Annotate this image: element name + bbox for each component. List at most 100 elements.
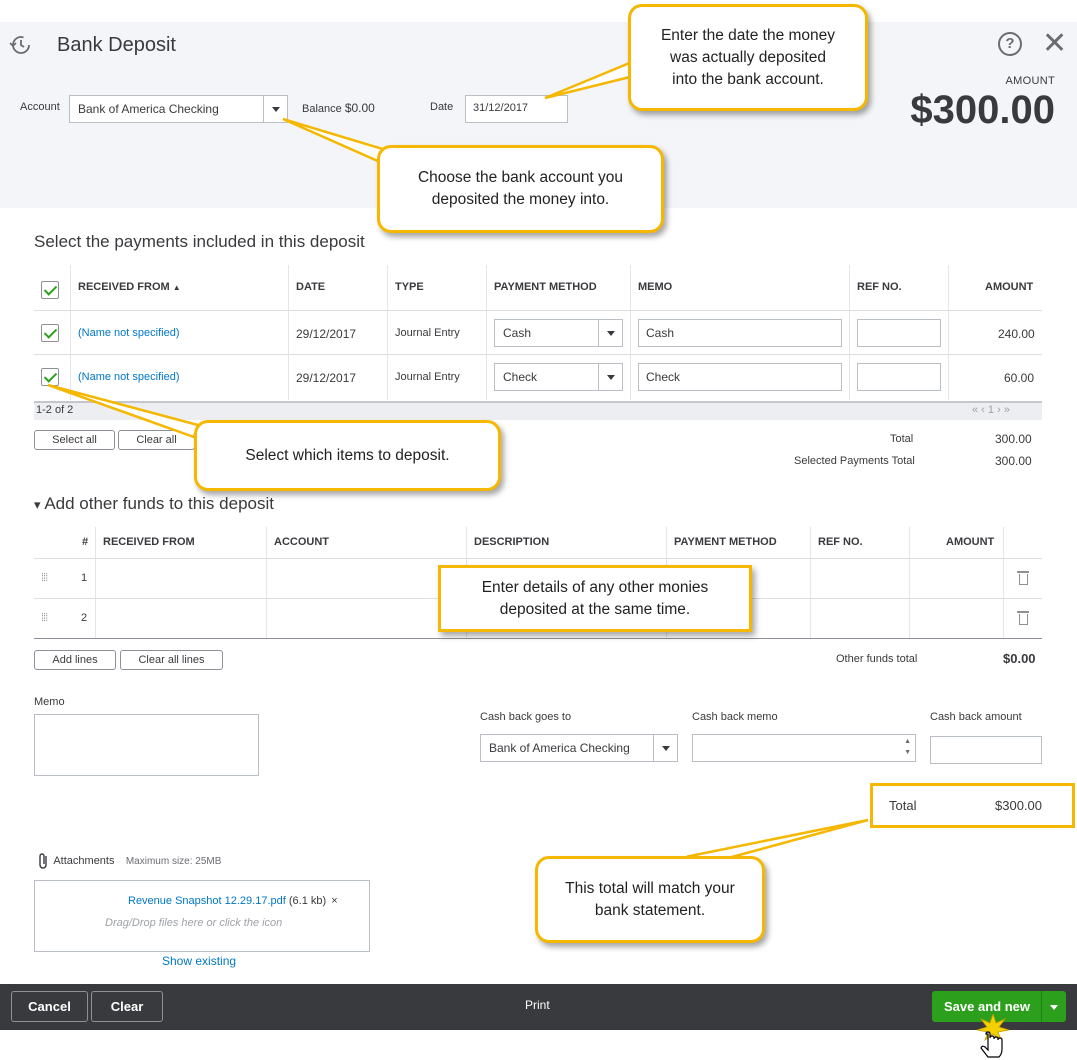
row-number: 1	[81, 572, 88, 584]
column-divider	[70, 265, 71, 400]
ref-no-input[interactable]	[857, 319, 941, 347]
divider	[34, 310, 1042, 311]
attachment-dropzone[interactable]: Revenue Snapshot 12.29.17.pdf (6.1 kb) ×…	[34, 880, 370, 952]
column-header-memo[interactable]: MEMO	[638, 281, 672, 293]
cash-back-goes-to-label: Cash back goes to	[480, 711, 572, 723]
column-header-amount[interactable]: AMOUNT	[985, 281, 1033, 293]
memo-input[interactable]: Check	[638, 363, 842, 391]
column-divider	[95, 527, 96, 638]
amount-value: $300.00	[910, 88, 1055, 132]
trash-icon[interactable]	[1017, 611, 1029, 625]
footer-bar: Cancel Clear Print Save and new	[0, 984, 1077, 1030]
amount-label: AMOUNT	[1005, 75, 1055, 87]
column-divider	[486, 265, 487, 400]
divider	[34, 558, 1042, 559]
cancel-button[interactable]: Cancel	[11, 991, 88, 1022]
page-title: Bank Deposit	[57, 34, 176, 56]
column-header-ref-no[interactable]: REF NO.	[857, 281, 902, 293]
other-funds-title-text: Add other funds to this deposit	[44, 494, 274, 513]
select-all-checkbox[interactable]	[41, 281, 59, 299]
cash-back-amount-input[interactable]	[930, 736, 1042, 764]
attachments-label: Attachments	[53, 855, 115, 868]
callout-items: Select which items to deposit.	[194, 420, 501, 491]
received-from-link[interactable]: (Name not specified)	[78, 327, 180, 339]
column-header-ref-no: REF NO.	[818, 536, 863, 548]
row-type: Journal Entry	[395, 327, 460, 339]
payments-section-title: Select the payments included in this dep…	[34, 232, 365, 251]
memo-label: Memo	[34, 696, 65, 708]
divider	[34, 354, 1042, 355]
attachment-file-size: (6.1 kb)	[288, 895, 327, 907]
column-header-received-from[interactable]: RECEIVED FROM ▲	[78, 281, 181, 293]
total-label: Total	[889, 798, 917, 813]
row-checkbox[interactable]	[41, 368, 59, 386]
dropdown-arrow-icon[interactable]	[598, 364, 622, 390]
chevron-down-icon[interactable]	[1050, 1005, 1058, 1010]
show-existing-link[interactable]: Show existing	[162, 954, 236, 968]
balance-label-text: Balance	[302, 103, 342, 115]
cash-back-amount-label: Cash back amount	[930, 711, 1022, 723]
attachment-file: Revenue Snapshot 12.29.17.pdf (6.1 kb) ×	[128, 895, 338, 907]
select-all-button[interactable]: Select all	[34, 430, 115, 450]
row-amount: 240.00	[998, 327, 1035, 341]
clear-all-button[interactable]: Clear all	[118, 430, 195, 450]
payment-method-select[interactable]: Cash	[494, 319, 623, 347]
callout-account: Choose the bank account you deposited th…	[377, 145, 664, 233]
total-value: $300.00	[995, 798, 1042, 813]
history-icon[interactable]	[8, 34, 34, 56]
payment-method-value: Cash	[503, 326, 532, 340]
selected-total-label: Selected Payments Total	[794, 455, 915, 467]
balance-value: $0.00	[344, 101, 375, 115]
add-lines-button[interactable]: Add lines	[34, 650, 116, 670]
row-amount: 60.00	[1004, 371, 1035, 385]
column-header-date[interactable]: DATE	[296, 281, 325, 293]
clear-button[interactable]: Clear	[91, 991, 163, 1022]
column-divider	[948, 265, 949, 400]
row-checkbox[interactable]	[41, 324, 59, 342]
date-label: Date	[430, 101, 454, 113]
collapse-icon[interactable]: ▾	[34, 497, 41, 512]
balance-label: Balance $0.00	[302, 101, 375, 115]
close-icon[interactable]: ✕	[1042, 29, 1067, 59]
memo-input[interactable]: Cash	[638, 319, 842, 347]
payment-method-value: Check	[503, 370, 538, 384]
other-funds-total-value: $0.00	[1003, 651, 1036, 666]
drag-handle-icon[interactable]: ⁞⁞⁞	[41, 572, 48, 584]
cash-back-memo-input[interactable]: ▲ ▼	[692, 734, 916, 762]
help-icon[interactable]: ?	[998, 32, 1022, 56]
column-header-payment-method: PAYMENT METHOD	[674, 536, 777, 548]
selected-total-value: 300.00	[995, 454, 1032, 468]
column-divider	[1003, 527, 1004, 638]
pager-controls[interactable]: « ‹ 1 › »	[972, 404, 1010, 416]
other-funds-total-label: Other funds total	[836, 653, 918, 665]
cash-back-account-select[interactable]: Bank of America Checking	[480, 734, 678, 762]
column-header-payment-method[interactable]: PAYMENT METHOD	[494, 281, 597, 293]
payment-method-select[interactable]: Check	[494, 363, 623, 391]
row-type: Journal Entry	[395, 371, 460, 383]
callout-date: Enter the date the money was actually de…	[628, 4, 868, 111]
spinner-icon[interactable]: ▲ ▼	[904, 736, 911, 758]
cash-back-account-value: Bank of America Checking	[489, 741, 630, 755]
dropdown-arrow-icon[interactable]	[263, 96, 287, 122]
dropdown-arrow-icon[interactable]	[653, 735, 677, 761]
column-header-type[interactable]: TYPE	[395, 281, 424, 293]
received-from-link[interactable]: (Name not specified)	[78, 371, 180, 383]
memo-textarea[interactable]	[34, 714, 259, 776]
account-select-value: Bank of America Checking	[78, 102, 219, 116]
callout-other-funds: Enter details of any other monies deposi…	[438, 565, 752, 632]
remove-attachment-icon[interactable]: ×	[331, 895, 337, 907]
dropdown-arrow-icon[interactable]	[598, 320, 622, 346]
print-button[interactable]: Print	[525, 998, 550, 1012]
column-header-received-from-label: RECEIVED FROM	[78, 281, 170, 293]
callout-total: This total will match your bank statemen…	[535, 856, 765, 943]
clear-all-lines-button[interactable]: Clear all lines	[120, 650, 223, 670]
ref-no-input[interactable]	[857, 363, 941, 391]
trash-icon[interactable]	[1017, 571, 1029, 585]
account-select[interactable]: Bank of America Checking	[69, 95, 288, 123]
divider	[1041, 991, 1042, 1022]
other-funds-section-title[interactable]: ▾ Add other funds to this deposit	[34, 494, 274, 514]
date-input[interactable]: 31/12/2017	[465, 95, 568, 123]
attachment-file-link[interactable]: Revenue Snapshot 12.29.17.pdf	[128, 895, 286, 907]
column-divider	[909, 527, 910, 638]
drag-handle-icon[interactable]: ⁞⁞⁞	[41, 612, 48, 624]
